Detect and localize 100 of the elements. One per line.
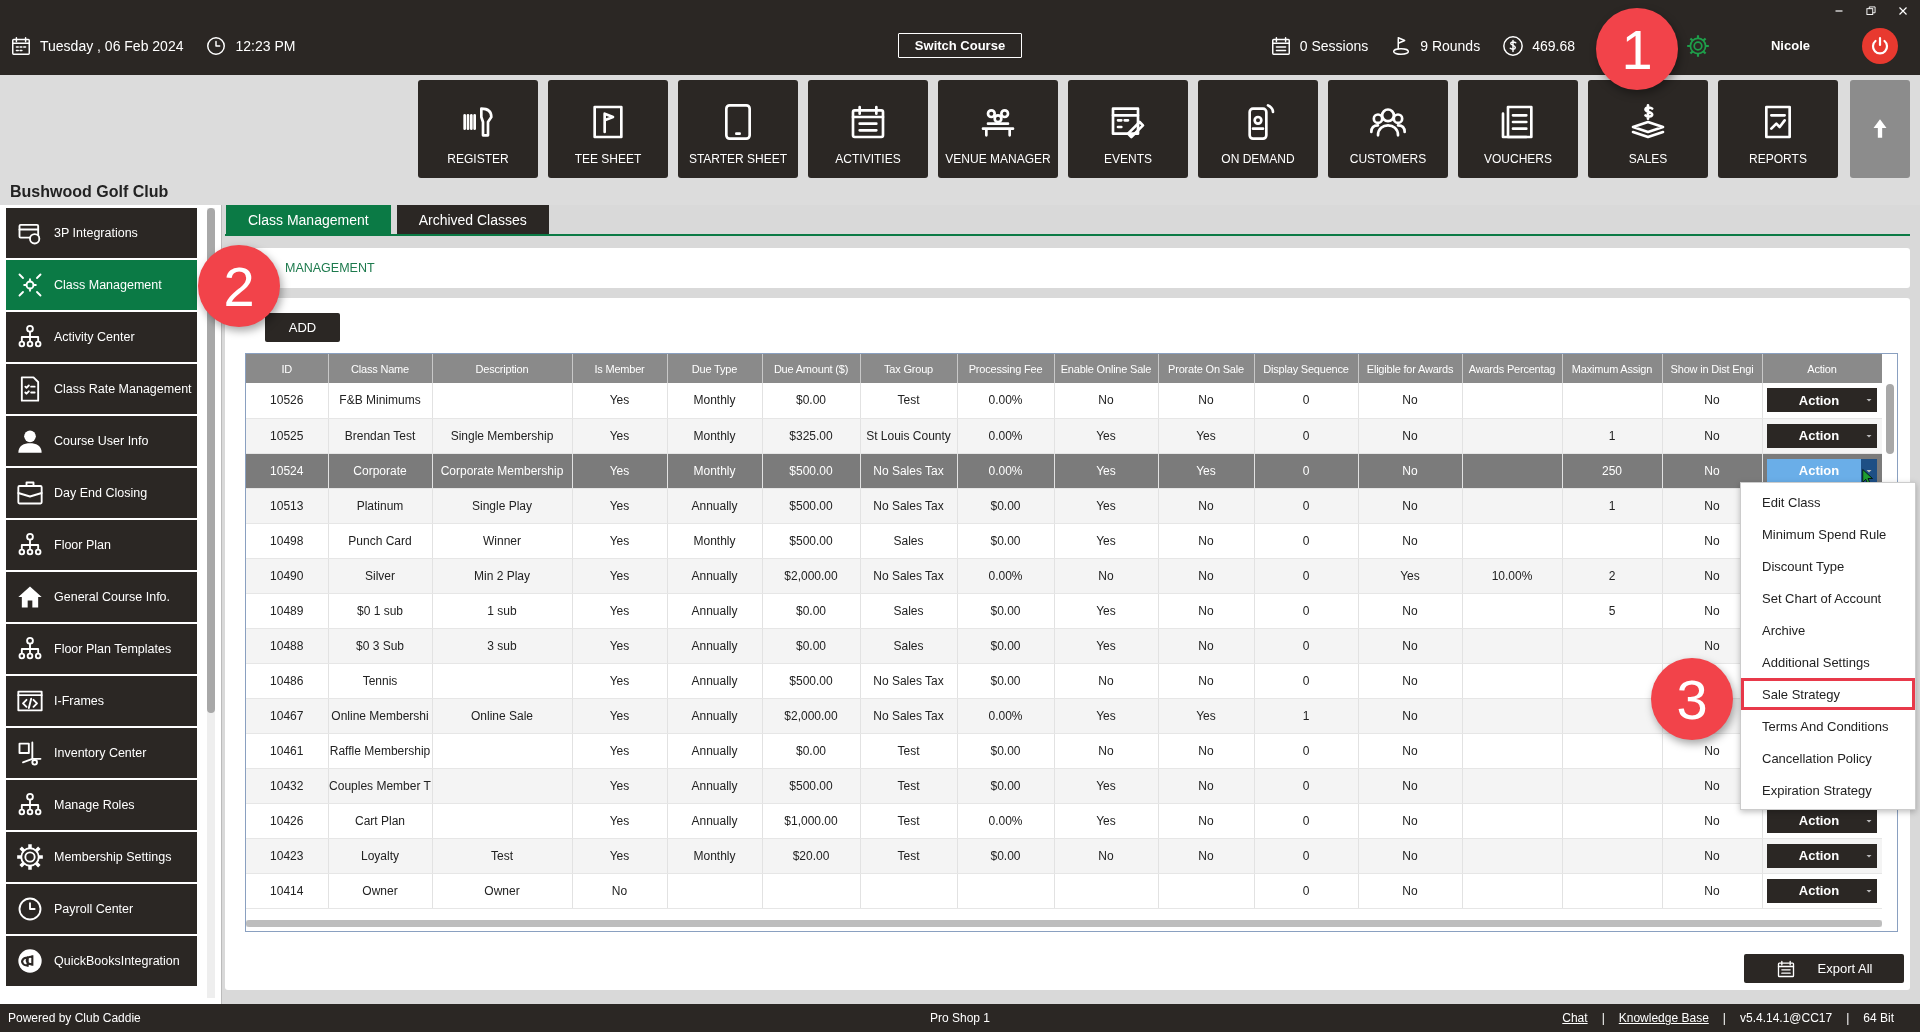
action-dropdown[interactable]: Action xyxy=(1767,878,1877,903)
sidebar-item[interactable]: I-Frames xyxy=(6,676,197,726)
action-dropdown[interactable]: Action xyxy=(1767,423,1877,448)
sidebar-item[interactable]: Activity Center xyxy=(6,312,197,362)
table-cell: $0.00 xyxy=(957,838,1054,873)
sidebar-item[interactable]: Inventory Center xyxy=(6,728,197,778)
table-cell: $500.00 xyxy=(762,453,860,488)
separator-text: | xyxy=(1722,1011,1726,1025)
sidebar-item[interactable]: 3P Integrations xyxy=(6,208,197,258)
table-cell: No xyxy=(1358,733,1462,768)
power-button[interactable] xyxy=(1862,27,1898,64)
toolbar-button[interactable]: SALES xyxy=(1588,80,1708,178)
table-cell: Sales xyxy=(860,523,957,558)
footer-link[interactable]: Chat xyxy=(1562,1011,1588,1025)
toolbar-button[interactable]: TEE SHEET xyxy=(548,80,668,178)
location-text: Pro Shop 1 xyxy=(929,1011,990,1025)
table-cell: $0.00 xyxy=(957,488,1054,523)
toolbar-button[interactable]: REPORTS xyxy=(1718,80,1838,178)
sidebar-item[interactable]: Class Rate Management xyxy=(6,364,197,414)
table-cell: No xyxy=(1158,663,1254,698)
sidebar-item[interactable]: QuickBooksIntegration xyxy=(6,936,197,986)
table-cell: 10488 xyxy=(246,628,328,663)
table-cell: $0.00 xyxy=(957,733,1054,768)
club-name: Bushwood Golf Club xyxy=(10,183,169,201)
action-dropdown[interactable]: Action xyxy=(1767,388,1877,413)
table-cell: 10526 xyxy=(246,383,328,418)
calendar-icon xyxy=(1775,958,1796,979)
table-cell: F&B Minimums xyxy=(328,383,432,418)
toolbar-button[interactable]: EVENTS xyxy=(1068,80,1188,178)
table-cell: Yes xyxy=(572,698,667,733)
table-cell: $500.00 xyxy=(762,663,860,698)
table-cell: No xyxy=(1662,838,1762,873)
table-cell: No xyxy=(1358,768,1462,803)
toolbar-button[interactable]: VENUE MANAGER xyxy=(938,80,1058,178)
table-cell: No xyxy=(1358,418,1462,453)
hand-truck-icon xyxy=(16,739,44,767)
sidebar-item[interactable]: Floor Plan xyxy=(6,520,197,570)
toolbar-button[interactable]: ON DEMAND xyxy=(1198,80,1318,178)
table-cell: No Sales Tax xyxy=(860,488,957,523)
switch-course-button[interactable]: Switch Course xyxy=(897,33,1023,58)
footer-text: 64 Bit xyxy=(1863,1011,1894,1025)
table-cell: Owner xyxy=(432,873,572,908)
toolbar-button[interactable]: VOUCHERS xyxy=(1458,80,1578,178)
toolbar-button[interactable]: REGISTER xyxy=(418,80,538,178)
table-cell: No xyxy=(1054,383,1158,418)
export-button[interactable]: Export All xyxy=(1744,954,1904,983)
table-cell: 0.00% xyxy=(957,383,1054,418)
toolbar-button[interactable]: ACTIVITIES xyxy=(808,80,928,178)
footer-link[interactable]: Knowledge Base xyxy=(1618,1011,1709,1025)
table-cell: 0 xyxy=(1254,523,1358,558)
table-cell: Sales xyxy=(860,593,957,628)
table-cell: No xyxy=(1158,383,1254,418)
tab[interactable]: Archived Classes xyxy=(396,205,549,234)
table-cell: No xyxy=(1358,383,1462,418)
table-cell: No xyxy=(1358,488,1462,523)
table-cell: No xyxy=(1158,593,1254,628)
table-cell: 0.00% xyxy=(957,453,1054,488)
sidebar-item[interactable]: Payroll Center xyxy=(6,884,197,934)
footer-text: Powered by Club Caddie xyxy=(8,1011,142,1025)
table-cell: Annually xyxy=(667,558,762,593)
action-dropdown[interactable]: Action xyxy=(1767,843,1877,868)
toolbar-button[interactable]: STARTER SHEET xyxy=(678,80,798,178)
toolbar-button[interactable]: CUSTOMERS xyxy=(1328,80,1448,178)
table-cell: Yes xyxy=(572,733,667,768)
sidebar-item[interactable]: Course User Info xyxy=(6,416,197,466)
sidebar-item[interactable]: Class Management xyxy=(6,260,197,310)
sidebar-item[interactable]: Membership Settings xyxy=(6,832,197,882)
table-cell: 10414 xyxy=(246,873,328,908)
sidebar-item[interactable]: General Course Info. xyxy=(6,572,197,622)
table-cell: 10467 xyxy=(246,698,328,733)
sidebar-item[interactable]: Day End Closing xyxy=(6,468,197,518)
sidebar-item[interactable]: Manage Roles xyxy=(6,780,197,830)
table-cell: Sales xyxy=(860,628,957,663)
table-cell: Yes xyxy=(572,593,667,628)
table-cell: Owner xyxy=(328,873,432,908)
table-cell: $0.00 xyxy=(957,663,1054,698)
table-cell: Test xyxy=(860,383,957,418)
table-cell: No xyxy=(1158,628,1254,663)
table-cell: Annually xyxy=(667,663,762,698)
table-cell: Loyalty xyxy=(328,838,432,873)
add-button[interactable]: ADD xyxy=(265,313,340,342)
table-cell: No xyxy=(1358,593,1462,628)
table-cell: Yes xyxy=(1054,488,1158,523)
table-cell: 1 xyxy=(1254,698,1358,733)
table-cell: 0 xyxy=(1254,838,1358,873)
table-cell: Winner xyxy=(432,523,572,558)
table-cell: Monthly xyxy=(667,453,762,488)
table-cell: 0 xyxy=(1254,488,1358,523)
table-cell: 0.00% xyxy=(957,558,1054,593)
table-cell: No xyxy=(1158,558,1254,593)
table-cell: No xyxy=(1054,663,1158,698)
table-cell: Test xyxy=(860,803,957,838)
restore-icon[interactable] xyxy=(1864,4,1878,18)
tab[interactable]: Class Management xyxy=(226,205,391,234)
table-cell: 0 xyxy=(1254,803,1358,838)
menu-item[interactable]: Sale Strategy xyxy=(1741,678,1915,710)
sidebar-item[interactable]: Floor Plan Templates xyxy=(6,624,197,674)
settings-icon[interactable] xyxy=(1685,32,1711,59)
action-dropdown[interactable]: Action xyxy=(1767,808,1877,833)
table-cell: 10.00% xyxy=(1462,558,1562,593)
